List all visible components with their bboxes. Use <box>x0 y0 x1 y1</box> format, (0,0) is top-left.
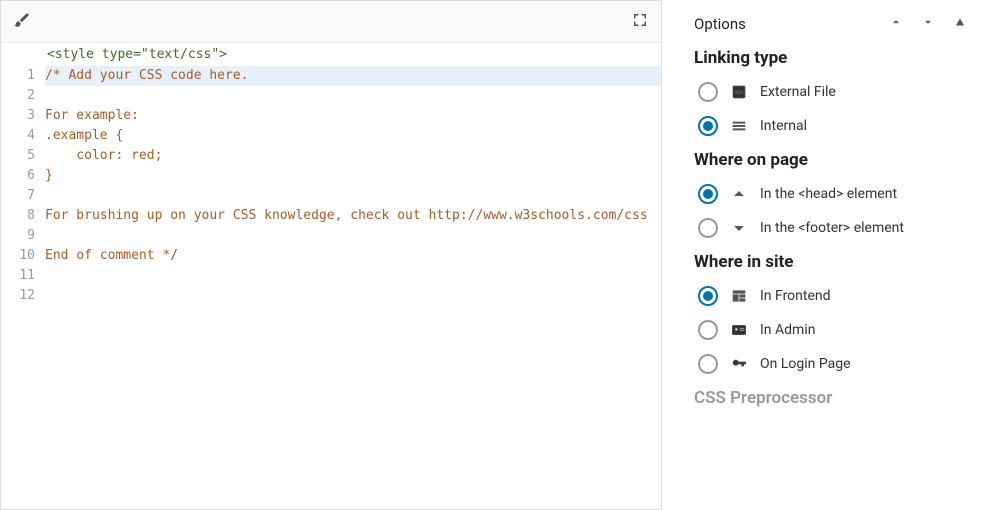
radio-admin[interactable] <box>698 320 718 340</box>
radio-footer[interactable] <box>698 218 718 238</box>
editor-panel: <style type="text/css"> 123456789101112 … <box>0 0 662 510</box>
id-card-icon <box>730 321 748 339</box>
option-label: External File <box>760 84 836 100</box>
radio-login[interactable] <box>698 354 718 374</box>
svg-text:<>: <> <box>735 88 744 97</box>
option-external-file[interactable]: <> External File <box>698 82 967 102</box>
lines-icon <box>730 117 748 135</box>
section-where-in-site-title: Where in site <box>694 252 967 272</box>
style-tag-label: <style type="text/css"> <box>1 43 661 66</box>
code-lines[interactable]: /* Add your CSS code here.For example:.e… <box>41 66 661 509</box>
section-where-on-page-title: Where on page <box>694 150 967 170</box>
options-header: Options <box>694 10 967 38</box>
option-label: In Frontend <box>760 288 831 304</box>
chevron-down-icon[interactable] <box>921 15 935 33</box>
options-title: Options <box>694 15 746 33</box>
radio-frontend[interactable] <box>698 286 718 306</box>
radio-internal[interactable] <box>698 116 718 136</box>
option-internal[interactable]: Internal <box>698 116 967 136</box>
chevron-up-icon[interactable] <box>889 15 903 33</box>
option-footer-element[interactable]: In the <footer> element <box>698 218 967 238</box>
code-area[interactable]: 123456789101112 /* Add your CSS code her… <box>1 66 661 509</box>
option-head-element[interactable]: In the <head> element <box>698 184 967 204</box>
line-gutter: 123456789101112 <box>1 66 41 509</box>
radio-external-file[interactable] <box>698 82 718 102</box>
option-in-frontend[interactable]: In Frontend <box>698 286 967 306</box>
option-label: Internal <box>760 118 807 134</box>
key-icon <box>730 355 748 373</box>
option-label: In the <footer> element <box>760 220 904 236</box>
triangle-up-icon[interactable] <box>953 15 967 33</box>
layout-icon <box>730 287 748 305</box>
chevron-down-icon <box>730 219 748 237</box>
options-panel: Options Linking type <> External File In… <box>676 0 985 510</box>
section-linking-type-title: Linking type <box>694 48 967 68</box>
option-label: On Login Page <box>760 356 851 372</box>
section-css-preprocessor-title: CSS Preprocessor <box>694 388 967 408</box>
editor-body: <style type="text/css"> 123456789101112 … <box>1 43 661 509</box>
fullscreen-icon[interactable] <box>631 11 649 33</box>
radio-head[interactable] <box>698 184 718 204</box>
option-label: In Admin <box>760 322 815 338</box>
code-file-icon: <> <box>730 83 748 101</box>
brush-icon[interactable] <box>13 11 31 33</box>
editor-toolbar <box>1 1 661 43</box>
options-nav <box>889 15 967 33</box>
option-on-login-page[interactable]: On Login Page <box>698 354 967 374</box>
option-in-admin[interactable]: In Admin <box>698 320 967 340</box>
chevron-up-icon <box>730 185 748 203</box>
option-label: In the <head> element <box>760 186 897 202</box>
